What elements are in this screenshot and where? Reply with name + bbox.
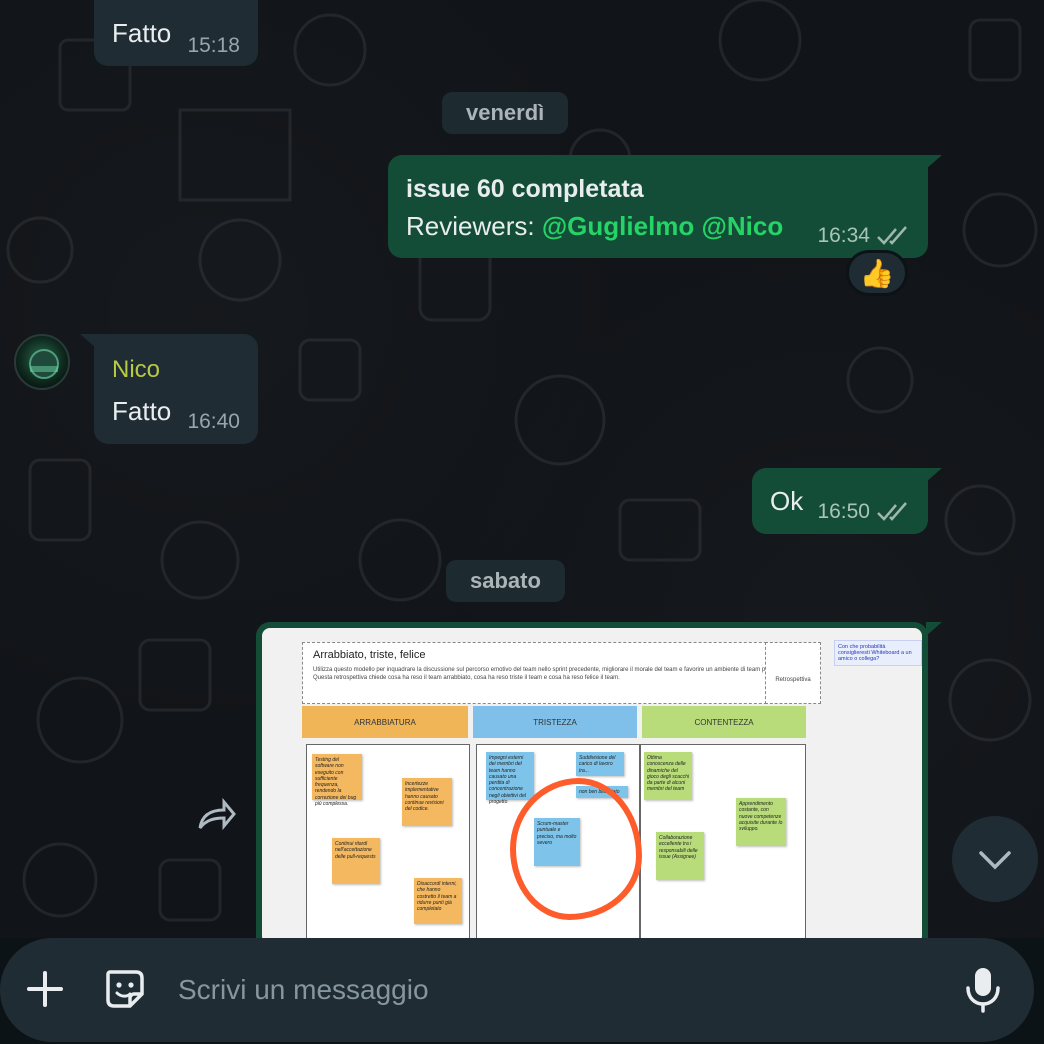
- column-header-sadness: TRISTEZZA: [473, 706, 637, 738]
- forward-icon[interactable]: [196, 798, 236, 832]
- composer: Scrivi un messaggio: [0, 938, 1044, 1044]
- message-incoming[interactable]: Nico Fatto 16:40: [94, 334, 258, 444]
- double-check-icon: [877, 502, 907, 521]
- column-label: ARRABBIATURA: [354, 717, 416, 727]
- message-incoming[interactable]: Fatto 15:18: [94, 0, 258, 66]
- sticker-icon[interactable]: [102, 966, 148, 1012]
- bubble-tail: [926, 155, 942, 169]
- board-description: Utilizza questo modello per inquadrare l…: [313, 667, 784, 681]
- double-check-icon: [877, 226, 907, 245]
- thumbs-up-icon: 👍: [859, 257, 895, 289]
- message-time: 16:40: [187, 410, 240, 434]
- sticky-note: Testing del software non eseguito con su…: [312, 754, 362, 807]
- image-message[interactable]: Arrabbiato, triste, felice Utilizza ques…: [256, 622, 928, 952]
- message-body: Reviewers: @Guglielmo @Nico: [406, 211, 783, 242]
- board-header: Arrabbiato, triste, felice Utilizza ques…: [302, 642, 802, 704]
- sticky-note: Continui ritardi nell'accettazione delle…: [332, 838, 380, 884]
- message-text: Ok: [770, 486, 804, 516]
- mention-nico[interactable]: @Nico: [702, 211, 784, 241]
- column-label: CONTENTEZZA: [694, 717, 754, 727]
- message-time: 16:50: [817, 500, 910, 524]
- feedback-note: Con che probabilità consiglieresti White…: [834, 640, 922, 666]
- side-label: Retrospettiva: [775, 677, 811, 683]
- sticky-note: Apprendimento costante, con nuove compet…: [736, 798, 786, 846]
- message-input[interactable]: Scrivi un messaggio: [178, 974, 429, 1006]
- time-label: 16:34: [817, 224, 870, 247]
- message-text: Fatto: [112, 18, 172, 48]
- time-label: 16:40: [187, 410, 240, 433]
- highlight-circle: [510, 778, 642, 920]
- mention-guglielmo[interactable]: @Guglielmo: [542, 211, 694, 241]
- chevron-down-icon: [979, 851, 1011, 870]
- board-side-label: Retrospettiva: [765, 642, 821, 704]
- sticky-note: Incertezze implementative hanno causato …: [402, 778, 452, 826]
- bubble-tail: [926, 622, 942, 636]
- sticky-note: Collaborazione eccellente tra i responsa…: [656, 832, 704, 880]
- avatar[interactable]: [14, 334, 70, 390]
- mic-icon[interactable]: [962, 964, 1004, 1014]
- plus-icon[interactable]: [24, 968, 66, 1010]
- reviewers-label: Reviewers:: [406, 211, 535, 241]
- sticky-note: Impegni esterni dei membri del team hann…: [486, 752, 534, 805]
- message-outgoing[interactable]: issue 60 completata Reviewers: @Guglielm…: [388, 155, 928, 258]
- date-separator: venerdì: [442, 92, 569, 134]
- date-label: venerdì: [466, 100, 545, 125]
- message-title: issue 60 completata: [406, 175, 644, 203]
- board-title: Arrabbiato, triste, felice: [313, 649, 426, 661]
- bubble-tail: [926, 468, 942, 482]
- column-header-anger: ARRABBIATURA: [302, 706, 468, 738]
- sticky-note: Disaccordi interni, che hanno costretto …: [414, 878, 462, 924]
- composer-pill: Scrivi un messaggio: [0, 938, 1034, 1042]
- time-label: 15:18: [187, 34, 240, 57]
- column-label: TRISTEZZA: [533, 717, 577, 727]
- message-outgoing[interactable]: Ok 16:50: [752, 468, 928, 534]
- sender-name[interactable]: Nico: [112, 356, 160, 384]
- scroll-down-button[interactable]: [952, 816, 1038, 902]
- reaction-badge[interactable]: 👍: [846, 250, 908, 296]
- whiteboard-photo[interactable]: Arrabbiato, triste, felice Utilizza ques…: [262, 628, 922, 944]
- column-header-happiness: CONTENTEZZA: [642, 706, 806, 738]
- date-label: sabato: [470, 568, 541, 593]
- time-label: 16:50: [817, 500, 870, 523]
- sticky-note: Ottima conoscenza delle dinamiche del gi…: [644, 752, 692, 800]
- message-time: 16:34: [817, 224, 910, 248]
- date-separator: sabato: [446, 560, 565, 602]
- sticky-note: Suddivisione del carico di lavoro tra...: [576, 752, 624, 776]
- message-time: 15:18: [187, 34, 240, 58]
- message-text: Fatto: [112, 396, 172, 426]
